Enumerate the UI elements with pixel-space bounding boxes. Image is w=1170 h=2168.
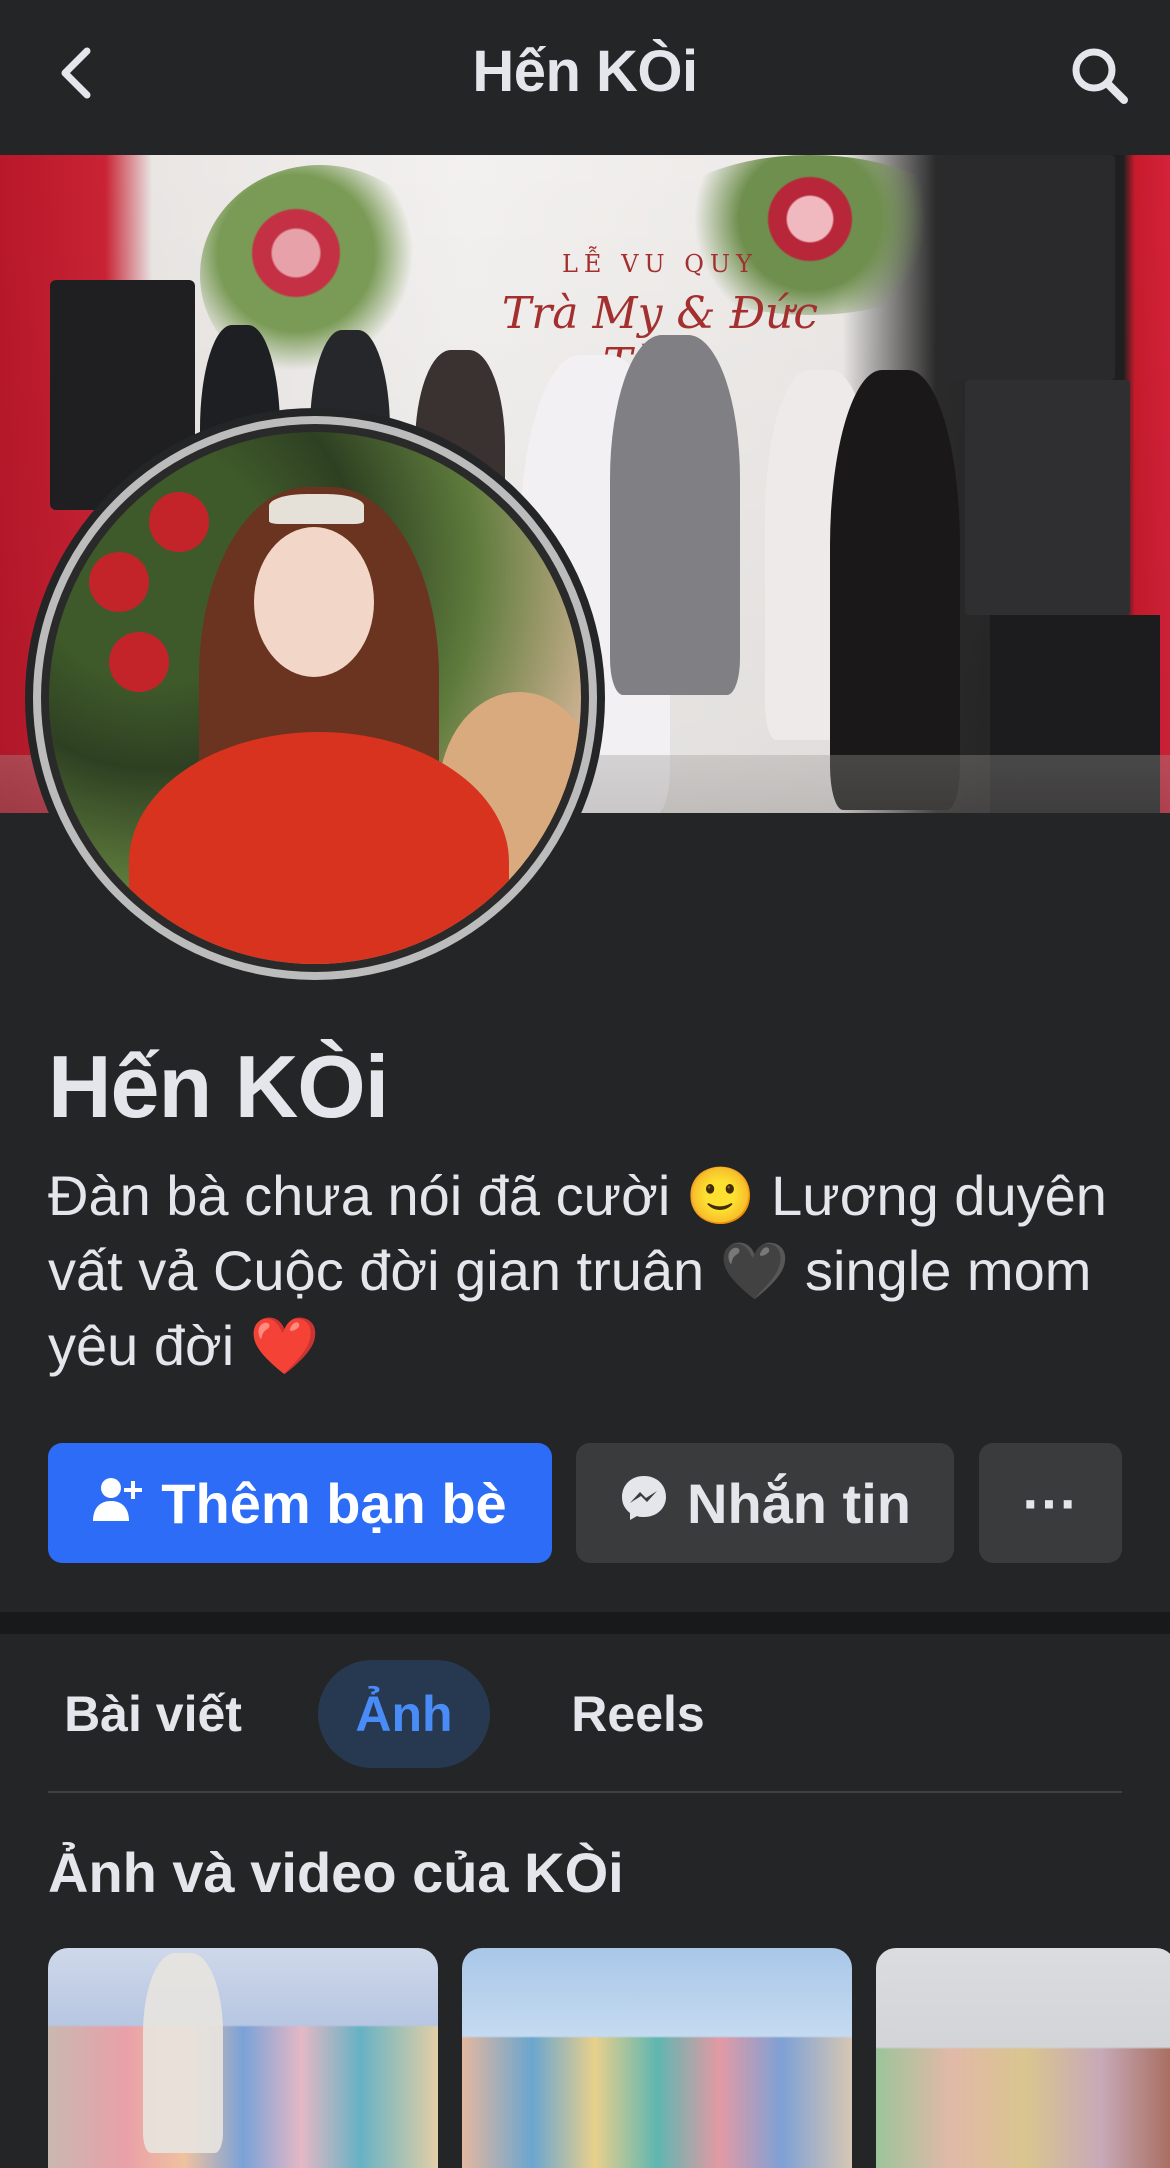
add-friend-button[interactable]: Thêm bạn bè [48,1443,552,1563]
photo-thumbnail[interactable] [462,1948,852,2168]
banner-line-1: LỄ VU QUY [561,250,759,278]
add-friend-icon [93,1471,161,1536]
profile-tabs: Bài viết Ảnh Reels [48,1660,1122,1770]
person-figure [830,370,960,810]
profile-actions: Thêm bạn bè Nhắn tin ··· [48,1443,1122,1563]
tabs-underline [48,1791,1122,1793]
profile-picture[interactable] [25,408,605,988]
photo-thumbnail[interactable] [48,1948,438,2168]
more-icon: ··· [1022,1471,1079,1535]
add-friend-label: Thêm bạn bè [161,1471,507,1535]
photo-thumbnail[interactable] [876,1948,1170,2168]
more-options-button[interactable]: ··· [979,1443,1122,1563]
search-button[interactable] [1060,38,1140,118]
page-title: Hến KÒi [472,39,698,104]
profile-bio: Đàn bà chưa nói đã cười 🙂 Lương duyên vấ… [48,1164,1107,1377]
photos-grid [48,1948,1170,2168]
tab-posts[interactable]: Bài viết [48,1660,258,1768]
avatar [49,432,581,964]
photo-statue [143,1953,223,2153]
top-bar: Hến KÒi [0,0,1170,155]
tab-reels[interactable]: Reels [538,1660,738,1768]
search-icon [1068,44,1132,113]
tab-photos[interactable]: Ảnh [318,1660,490,1768]
section-divider [0,1612,1170,1634]
groom-figure [610,335,740,695]
avatar-face [254,527,374,677]
profile-name: Hến KÒi [48,1037,389,1136]
avatar-border-inner [41,424,589,972]
photos-section-title: Ảnh và video của KÒi [48,1841,624,1904]
avatar-border [33,416,597,980]
messenger-icon [619,1471,687,1536]
avatar-crown [269,494,364,524]
message-label: Nhắn tin [687,1471,911,1535]
avatar-rose [149,492,209,552]
avatar-rose [109,632,169,692]
message-button[interactable]: Nhắn tin [576,1443,954,1563]
avatar-rose [89,552,149,612]
